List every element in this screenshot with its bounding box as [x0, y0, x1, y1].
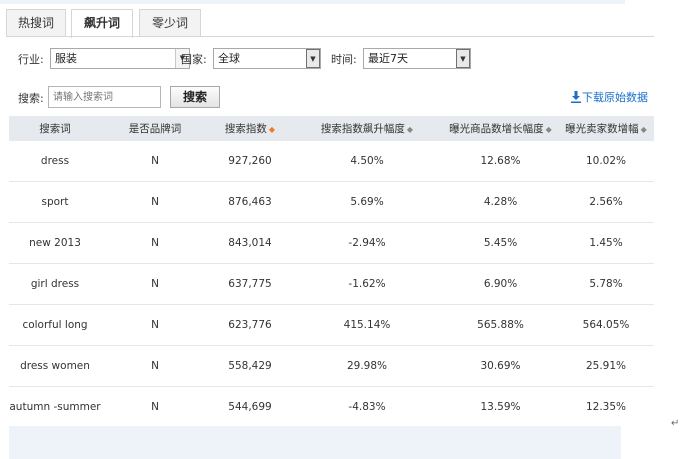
table-row: colorful long N 623,776 415.14% 565.88% …	[9, 304, 654, 346]
cell-sellers-growth: 25.91%	[558, 345, 654, 387]
table-row: dress N 927,260 4.50% 12.68% 10.02%	[9, 141, 654, 182]
cell-keyword: colorful long	[9, 304, 101, 346]
table-row: autumn -summer N 544,699 -4.83% 13.59% 1…	[9, 387, 654, 428]
chevron-down-icon: ▼	[456, 49, 470, 68]
header-search-index[interactable]: 搜索指数 ◆	[209, 116, 291, 141]
industry-label: 行业:	[18, 53, 44, 66]
cell-sellers-growth: 12.35%	[585, 401, 627, 413]
header-search-rise[interactable]: 搜索指数飙升幅度 ◆	[291, 116, 443, 141]
cell-is-brand: N	[101, 141, 209, 182]
cell-products-growth: 5.45%	[443, 222, 558, 264]
cell-keyword: girl dress	[9, 263, 101, 305]
country-select[interactable]: 全球 ▼	[213, 48, 321, 69]
cell-keyword: dress women	[9, 345, 101, 387]
sort-icon: ◆	[268, 125, 276, 134]
header-exposure-products-growth[interactable]: 曝光商品数增长幅度 ◆	[443, 116, 558, 141]
cell-products-growth: 13.59%	[480, 401, 521, 413]
cell-search-rise: -2.94%	[291, 222, 443, 264]
sort-icon: ◆	[545, 125, 552, 134]
sort-icon: ◆	[640, 125, 647, 134]
bottom-strip	[9, 426, 621, 459]
search-input[interactable]	[48, 86, 161, 108]
tab-zero-few[interactable]: 零少词	[139, 9, 201, 36]
cell-search-index: 927,260	[209, 141, 291, 182]
industry-select[interactable]: 服装 ▼	[50, 48, 190, 69]
table-row: girl dress N 637,775 -1.62% 6.90% 5.78%	[9, 263, 654, 305]
cell-is-brand: N	[101, 181, 209, 223]
filter-row: 行业: 服装 ▼ 国家: 全球 ▼ 时间: 最近7天 ▼	[18, 48, 648, 69]
cell-is-brand: N	[151, 401, 159, 413]
chevron-down-icon: ▼	[306, 49, 320, 68]
header-is-brand: 是否品牌词	[101, 116, 209, 141]
cell-search-index: 558,429	[209, 345, 291, 387]
cell-search-rise: 5.69%	[291, 181, 443, 223]
cell-search-index: 623,776	[209, 304, 291, 346]
sort-icon: ◆	[406, 125, 414, 134]
industry-select-value: 服装	[55, 52, 77, 65]
tab-divider	[6, 36, 654, 37]
cell-is-brand: N	[101, 304, 209, 346]
table-row: new 2013 N 843,014 -2.94% 5.45% 1.45%	[9, 222, 654, 264]
cell-search-rise: 415.14%	[291, 304, 443, 346]
tab-hot-search[interactable]: 热搜词	[6, 9, 66, 36]
tab-bar: 热搜词 飙升词 零少词	[6, 9, 654, 38]
cell-sellers-growth: 564.05%	[558, 304, 654, 346]
cell-products-growth: 4.28%	[443, 181, 558, 223]
cell-products-growth: 6.90%	[443, 263, 558, 305]
cell-search-index: 843,014	[209, 222, 291, 264]
top-strip	[0, 0, 625, 4]
country-label: 国家:	[181, 53, 207, 66]
search-button[interactable]: 搜索	[170, 86, 220, 108]
cell-search-rise: -4.83%	[348, 401, 386, 413]
tab-rising[interactable]: 飙升词	[71, 9, 133, 38]
table-row: dress women N 558,429 29.98% 30.69% 25.9…	[9, 345, 654, 387]
header-exposure-sellers-growth[interactable]: 曝光卖家数增幅 ◆	[558, 116, 654, 141]
cell-sellers-growth: 2.56%	[558, 181, 654, 223]
cell-is-brand: N	[101, 263, 209, 305]
cell-keyword: sport	[9, 181, 101, 223]
cell-search-index: 876,463	[209, 181, 291, 223]
cell-is-brand: N	[101, 345, 209, 387]
time-label: 时间:	[331, 53, 357, 66]
time-select-value: 最近7天	[368, 52, 408, 65]
table-header-row: 搜索词 是否品牌词 搜索指数 ◆ 搜索指数飙升幅度 ◆ 曝光商品数增长幅度 ◆ 曝光卖…	[9, 116, 654, 141]
cell-keyword: autumn -summer	[9, 401, 101, 413]
cell-products-growth: 565.88%	[443, 304, 558, 346]
cell-is-brand: N	[101, 222, 209, 264]
cell-sellers-growth: 5.78%	[558, 263, 654, 305]
cell-products-growth: 30.69%	[443, 345, 558, 387]
cell-search-rise: 4.50%	[291, 141, 443, 182]
cell-keyword: dress	[9, 141, 101, 182]
cell-sellers-growth: 1.45%	[558, 222, 654, 264]
download-raw-data-link[interactable]: 下载原始数据	[571, 89, 648, 105]
cell-sellers-growth: 10.02%	[558, 141, 654, 182]
cell-search-rise: 29.98%	[291, 345, 443, 387]
table-row: sport N 876,463 5.69% 4.28% 2.56%	[9, 181, 654, 223]
download-label: 下载原始数据	[582, 91, 648, 104]
cell-products-growth: 12.68%	[443, 141, 558, 182]
search-label: 搜索:	[18, 92, 44, 105]
cell-search-index: 637,775	[209, 263, 291, 305]
header-keyword: 搜索词	[9, 116, 101, 141]
download-icon	[571, 91, 581, 103]
cell-keyword: new 2013	[9, 222, 101, 264]
search-row: 搜索: 搜索 下载原始数据	[18, 86, 648, 108]
keyword-table: 搜索词 是否品牌词 搜索指数 ◆ 搜索指数飙升幅度 ◆ 曝光商品数增长幅度 ◆ 曝光卖…	[9, 116, 654, 427]
paragraph-return-mark: ↵	[671, 418, 680, 429]
time-select[interactable]: 最近7天 ▼	[363, 48, 471, 69]
cell-search-index: 544,699	[228, 401, 272, 413]
cell-search-rise: -1.62%	[291, 263, 443, 305]
country-select-value: 全球	[218, 52, 240, 65]
